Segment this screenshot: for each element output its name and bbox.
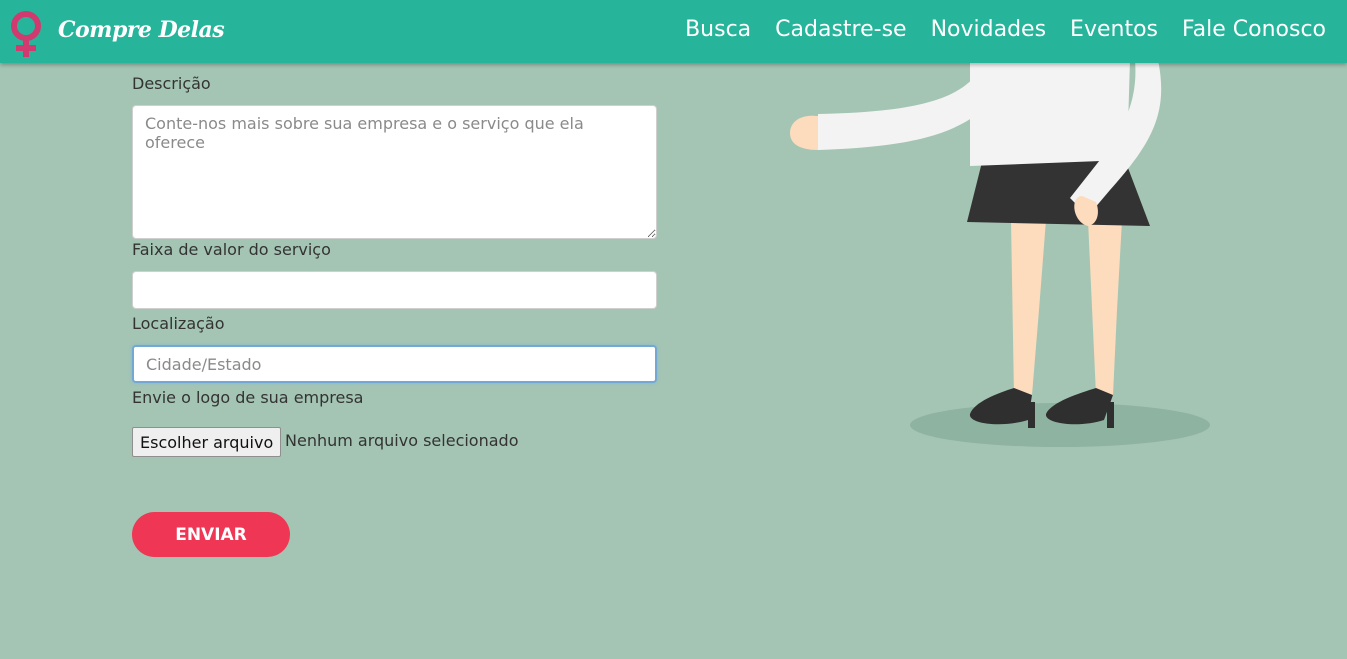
logo-upload-label: Envie o logo de sua empresa <box>132 388 364 407</box>
nav-link-cadastre-se[interactable]: Cadastre-se <box>775 17 906 42</box>
location-input[interactable] <box>132 345 657 383</box>
location-label: Localização <box>132 314 225 333</box>
price-range-label: Faixa de valor do serviço <box>132 240 331 259</box>
brand-name[interactable]: Compre Delas <box>58 17 225 43</box>
submit-button[interactable]: ENVIAR <box>132 512 290 557</box>
price-range-input[interactable] <box>132 271 657 309</box>
navbar: Compre Delas Busca Cadastre-se Novidades… <box>0 0 1347 63</box>
description-textarea[interactable] <box>132 105 657 239</box>
nav-link-eventos[interactable]: Eventos <box>1070 17 1158 42</box>
choose-file-button[interactable]: Escolher arquivo <box>132 427 282 457</box>
nav-link-novidades[interactable]: Novidades <box>931 17 1046 42</box>
nav-link-busca[interactable]: Busca <box>685 17 751 42</box>
file-status-text: Nenhum arquivo selecionado <box>285 431 519 450</box>
female-symbol-icon[interactable] <box>6 10 46 58</box>
main-nav: Busca Cadastre-se Novidades Eventos Fale… <box>685 17 1326 42</box>
description-label: Descrição <box>132 74 211 93</box>
nav-link-fale-conosco[interactable]: Fale Conosco <box>1182 17 1326 42</box>
woman-illustration <box>790 60 1210 447</box>
